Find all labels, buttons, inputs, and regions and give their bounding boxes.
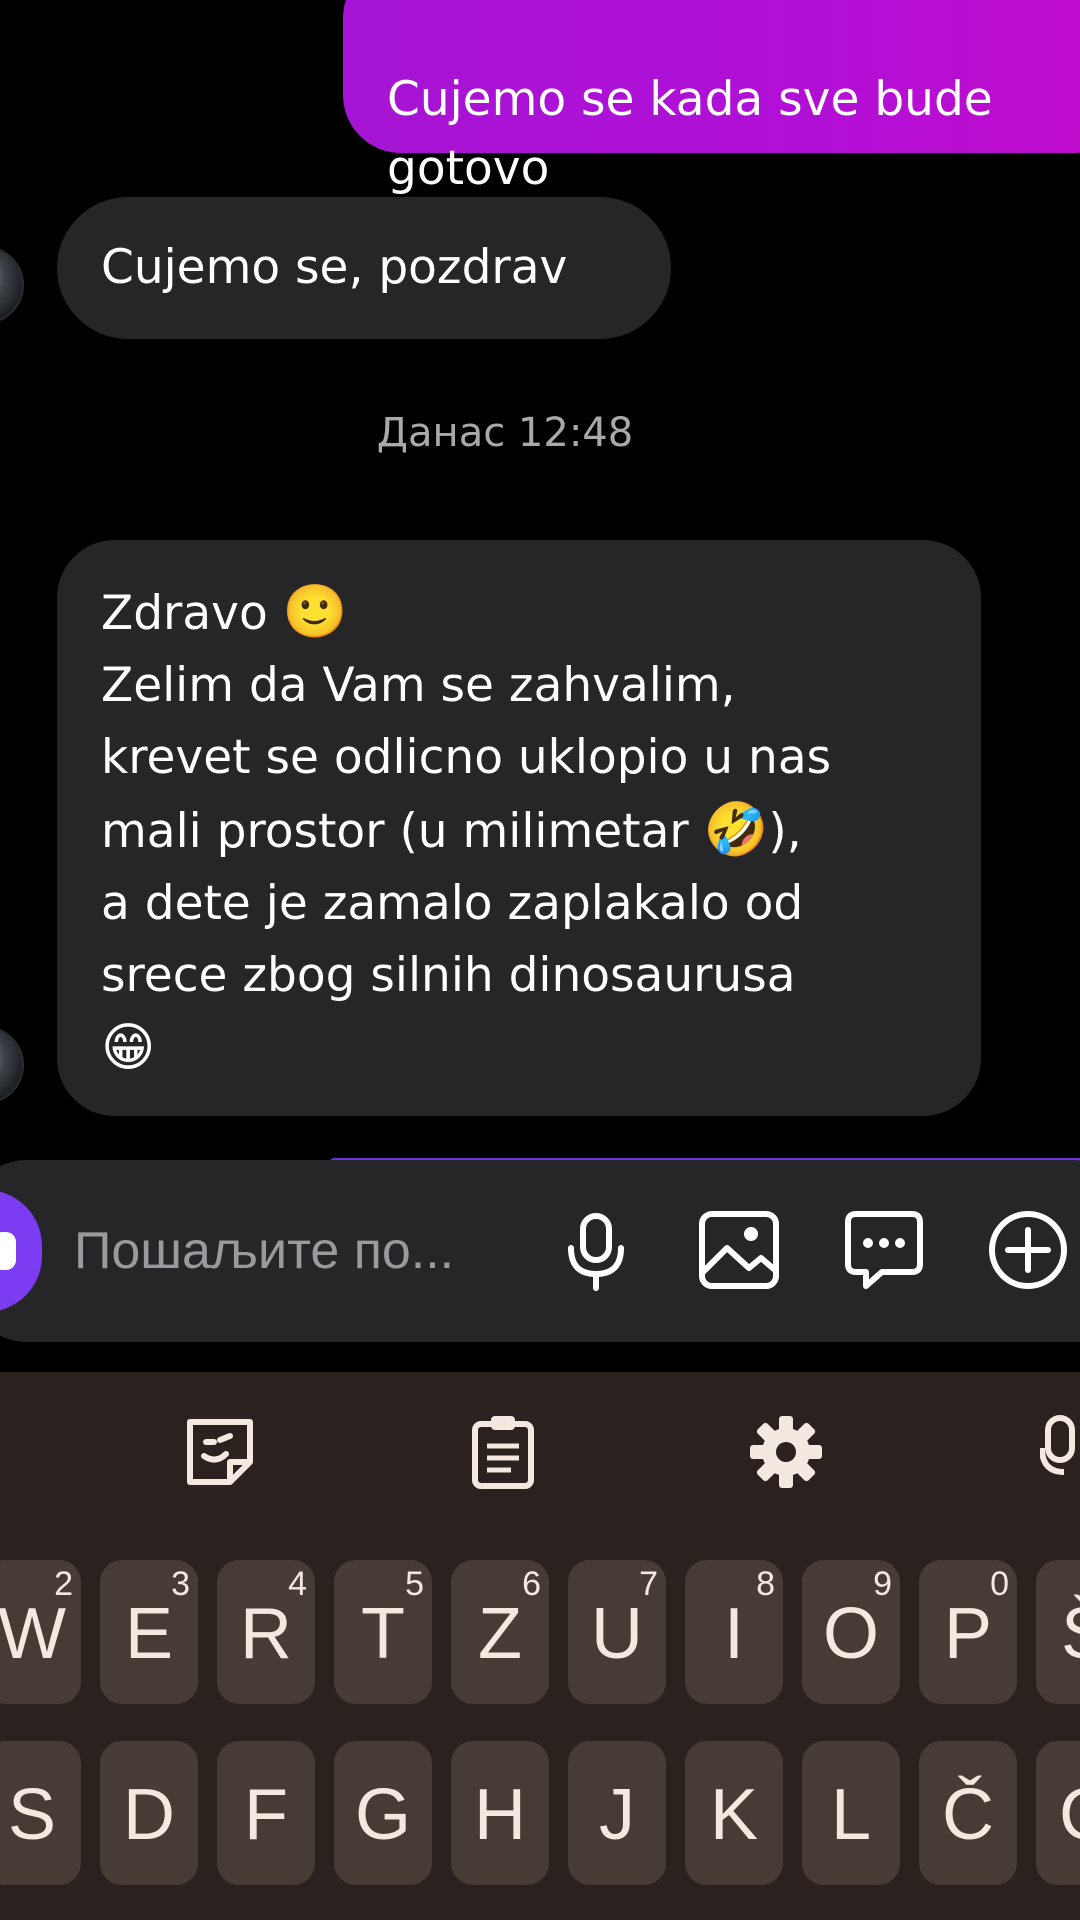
key-w[interactable]: W2: [0, 1560, 81, 1704]
key-č[interactable]: Č: [919, 1741, 1017, 1885]
key-alt-label: 6: [522, 1565, 541, 1603]
key-label: E: [124, 1594, 174, 1674]
key-l[interactable]: L: [802, 1741, 900, 1885]
key-alt-label: 2: [54, 1565, 73, 1603]
key-p[interactable]: P0: [919, 1560, 1017, 1704]
key-e[interactable]: E3: [100, 1560, 198, 1704]
key-label: W: [0, 1594, 66, 1674]
keyboard-microphone-icon[interactable]: [1040, 1412, 1080, 1492]
key-j[interactable]: J: [568, 1741, 666, 1885]
key-k[interactable]: K: [685, 1741, 783, 1885]
add-circle-icon[interactable]: [986, 1208, 1070, 1292]
sticker-icon[interactable]: [180, 1412, 260, 1492]
key-alt-label: 9: [873, 1565, 892, 1603]
key-d[interactable]: D: [100, 1741, 198, 1885]
key-o[interactable]: O9: [802, 1560, 900, 1704]
message-text: Zdravo: [101, 586, 283, 641]
key-g[interactable]: G: [334, 1741, 432, 1885]
key-h[interactable]: H: [451, 1741, 549, 1885]
messenger-screen: Cujemo se kada sve bude gotovo Cujemo se…: [0, 0, 1080, 1920]
outgoing-message-text: Cujemo se kada sve bude gotovo: [387, 72, 993, 196]
incoming-message-bubble[interactable]: Zdravo 🙂 Zelim da Vam se zahvalim, kreve…: [57, 540, 981, 1116]
message-input[interactable]: [72, 1210, 516, 1292]
incoming-message-text: Cujemo se, pozdrav: [101, 240, 568, 295]
key-label: O: [822, 1594, 879, 1674]
key-t[interactable]: T5: [334, 1560, 432, 1704]
outgoing-message-bubble[interactable]: Cujemo se kada sve bude gotovo: [343, 0, 1080, 196]
date-separator: Данас 12:48: [376, 410, 634, 456]
key-ć[interactable]: Ć: [1036, 1741, 1080, 1885]
key-alt-label: 5: [405, 1565, 424, 1603]
settings-gear-icon[interactable]: [746, 1412, 826, 1492]
key-label: U: [591, 1594, 643, 1674]
incoming-message-bubble[interactable]: Cujemo se, pozdrav: [57, 197, 671, 339]
key-u[interactable]: U7: [568, 1560, 666, 1704]
key-s[interactable]: S: [0, 1741, 81, 1885]
key-alt-label: 3: [171, 1565, 190, 1603]
key-š[interactable]: Š: [1036, 1560, 1080, 1704]
key-f[interactable]: F: [217, 1741, 315, 1885]
clipboard-icon[interactable]: [463, 1412, 543, 1492]
key-label: I: [723, 1594, 744, 1674]
key-alt-label: 7: [639, 1565, 658, 1603]
key-alt-label: 0: [990, 1565, 1009, 1603]
camera-icon: [0, 1232, 16, 1270]
key-r[interactable]: R4: [217, 1560, 315, 1704]
key-alt-label: 4: [288, 1565, 307, 1603]
image-icon[interactable]: [697, 1208, 781, 1292]
key-i[interactable]: I8: [685, 1560, 783, 1704]
chat-more-icon[interactable]: [842, 1208, 926, 1292]
contact-avatar[interactable]: [0, 246, 24, 324]
key-label: Z: [478, 1594, 522, 1674]
key-label: Š: [1061, 1594, 1080, 1674]
key-label: R: [240, 1594, 292, 1674]
key-alt-label: 8: [756, 1565, 775, 1603]
slightly-smiling-emoji: 🙂: [282, 582, 348, 642]
microphone-icon[interactable]: [554, 1208, 638, 1292]
key-z[interactable]: Z6: [451, 1560, 549, 1704]
key-label: T: [361, 1594, 405, 1674]
rolling-laughing-emoji: 🤣: [703, 800, 769, 860]
contact-avatar[interactable]: [0, 1026, 24, 1104]
grinning-emoji: 😁: [101, 1018, 156, 1078]
key-label: P: [943, 1594, 993, 1674]
